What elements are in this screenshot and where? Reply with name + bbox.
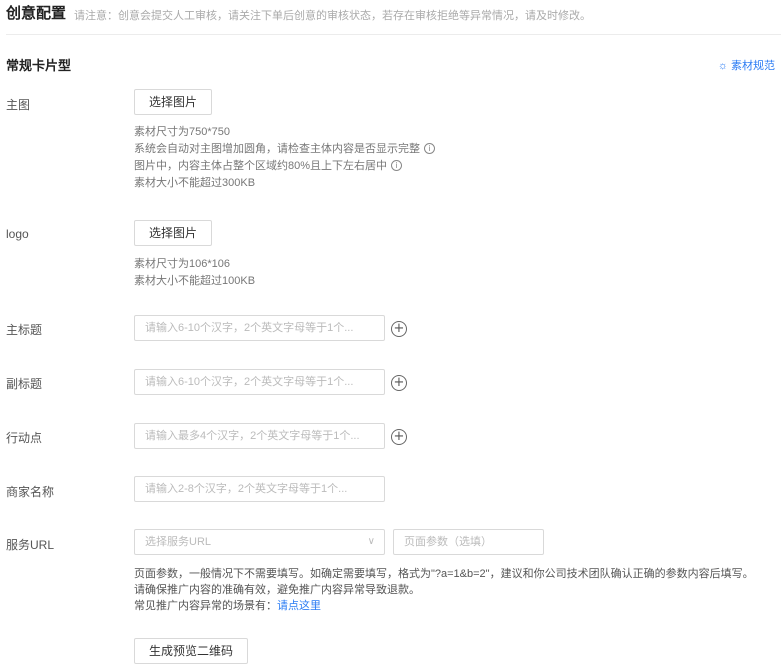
material-spec-link[interactable]: ☼ 素材规范 [718, 57, 775, 73]
main-image-label: 主图 [6, 98, 31, 112]
page-title: 创意配置 [6, 5, 67, 22]
add-action-icon[interactable]: + [391, 429, 407, 445]
info-icon[interactable]: i [391, 160, 403, 171]
config-header: 创意配置 请注意：创意会提交人工审核，请关注下单后创意的审核状态，若存在审核拒绝… [6, 0, 781, 35]
hint-line: 素材大小不能超过100KB [134, 275, 256, 287]
accuracy-note: 请确保推广内容的准确有效，避免推广内容异常导致退款。 [134, 584, 420, 596]
service-url-placeholder: 选择服务URL [145, 536, 212, 548]
main-image-hints: 素材尺寸为750*750 系统会自动对主图增加圆角，请检查主体内容是否显示完整 i… [134, 124, 435, 192]
param-desc: 页面参数，一般情况下不需要填写。如确定需要填写，格式为"?a=1&b=2"，建议… [134, 568, 754, 580]
material-spec-label: 素材规范 [731, 60, 775, 72]
service-url-description: 页面参数，一般情况下不需要填写。如确定需要填写，格式为"?a=1&b=2"，建议… [134, 566, 779, 614]
section-title: 常规卡片型 [6, 58, 72, 73]
main-title-label: 主标题 [6, 323, 43, 337]
hint-line: 图片中，内容主体占整个区域约80%且上下左右居中 i [134, 158, 435, 175]
main-title-input[interactable]: 请输入6-10个汉字，2个英文字母等于1个... [134, 315, 385, 341]
logo-select-button[interactable]: 选择图片 [134, 220, 213, 246]
action-input[interactable]: 请输入最多4个汉字，2个英文字母等于1个... [134, 423, 385, 449]
service-url-label: 服务URL [6, 538, 55, 552]
add-main-title-icon[interactable]: + [391, 321, 407, 337]
generate-qr-button[interactable]: 生成预览二维码 [134, 638, 249, 664]
click-here-link[interactable]: 请点这里 [277, 600, 321, 612]
action-label: 行动点 [6, 431, 43, 445]
add-sub-title-icon[interactable]: + [391, 375, 407, 391]
main-image-select-button[interactable]: 选择图片 [134, 89, 213, 115]
review-note: 请注意：创意会提交人工审核，请关注下单后创意的审核状态，若存在审核拒绝等异常情况… [74, 10, 591, 22]
hint-text: 系统会自动对主图增加圆角，请检查主体内容是否显示完整 [134, 143, 420, 155]
sub-title-label: 副标题 [6, 377, 43, 391]
logo-hints: 素材尺寸为106*106 素材大小不能超过100KB [134, 256, 255, 290]
merchant-name-label: 商家名称 [6, 485, 55, 499]
logo-label: logo [6, 227, 29, 241]
hint-line: 素材大小不能超过300KB [134, 177, 256, 189]
sub-title-input[interactable]: 请输入6-10个汉字，2个英文字母等于1个... [134, 369, 385, 395]
page-param-input[interactable]: 页面参数（选填） [393, 529, 544, 555]
service-url-select[interactable]: 选择服务URL ∨ [134, 529, 385, 555]
scenario-note: 常见推广内容异常的场景有：请点这里 [134, 598, 779, 614]
hint-line: 素材尺寸为106*106 [134, 258, 230, 270]
merchant-name-input[interactable]: 请输入2-8个汉字，2个英文字母等于1个... [134, 476, 385, 502]
scenario-prefix: 常见推广内容异常的场景有： [134, 600, 277, 612]
lightbulb-icon: ☼ [717, 60, 728, 72]
chevron-down-icon: ∨ [367, 536, 375, 547]
info-icon[interactable]: i [424, 143, 435, 154]
hint-line: 素材尺寸为750*750 [134, 126, 230, 138]
hint-text: 图片中，内容主体占整个区域约80%且上下左右居中 [134, 160, 388, 172]
hint-line: 系统会自动对主图增加圆角，请检查主体内容是否显示完整 i [134, 141, 435, 158]
